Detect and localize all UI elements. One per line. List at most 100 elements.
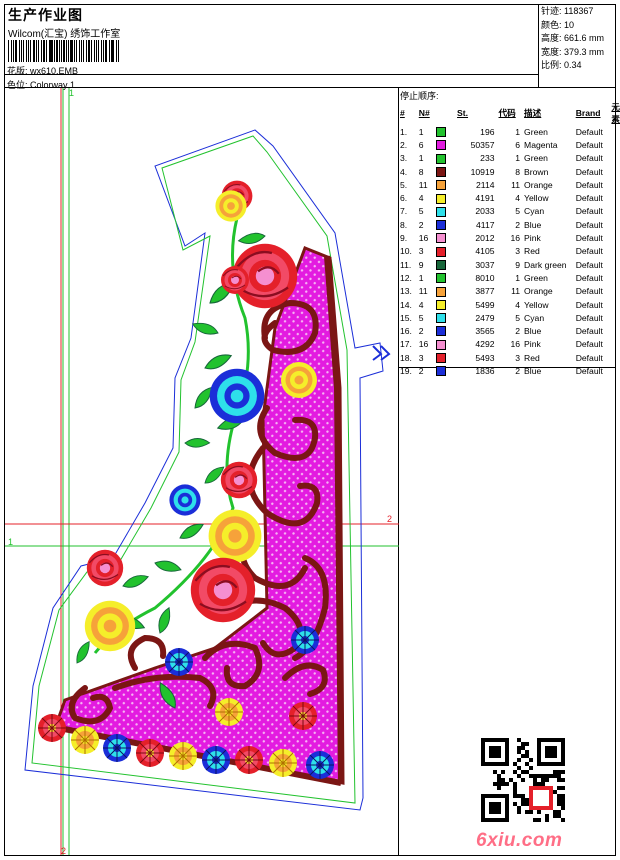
row-needle: 11	[418, 286, 428, 297]
stats-panel: 针迹: 118367 颜色: 10 高度: 661.6 mm 宽度: 379.3…	[541, 5, 604, 73]
row-swatch	[435, 351, 458, 364]
barcode-bar	[11, 40, 13, 62]
row-brand: Default	[575, 259, 603, 270]
qr-module	[517, 794, 521, 798]
color-swatch	[435, 246, 446, 257]
table-row: 1. 1 196 1 Green Default	[400, 125, 620, 138]
row-index: 8.	[400, 219, 408, 230]
row-description: Brown	[524, 166, 549, 177]
row-code: 11	[511, 286, 521, 297]
qr-module	[513, 794, 517, 798]
barcode-bar	[33, 40, 36, 62]
barcode-bar	[13, 40, 14, 62]
row-needle: 3	[418, 352, 424, 363]
row-stitches: 2114	[476, 179, 495, 190]
row-description: Cyan	[524, 312, 545, 323]
row-stitches: 2012	[475, 233, 495, 244]
qr-module	[557, 802, 561, 806]
barcode-bar	[63, 40, 65, 62]
barcode-bar	[97, 40, 100, 62]
row-brand: Default	[575, 233, 603, 244]
table-row: 12. 1 8010 1 Green Default	[400, 271, 620, 284]
table-header-row: # N# St. 代码 描述 Brand 元素	[400, 101, 620, 125]
row-needle: 3	[418, 246, 424, 257]
qr-module	[521, 778, 525, 782]
row-stitches: 196	[480, 126, 495, 137]
row-needle: 4	[418, 193, 424, 204]
barcode-bar	[50, 40, 53, 62]
qr-module	[521, 754, 525, 758]
row-brand: Default	[575, 193, 603, 204]
table-row: 18. 3 5493 3 Red Default	[400, 351, 620, 364]
color-swatch	[435, 299, 446, 310]
qr-module	[529, 810, 533, 814]
qr-module	[553, 774, 557, 778]
qr-module	[525, 750, 529, 754]
qr-module	[557, 798, 561, 802]
qr-module	[545, 746, 557, 758]
barcode-bar	[23, 40, 25, 62]
embroidery-drawing: 1 1 2 2	[5, 88, 399, 856]
qr-module	[521, 798, 525, 802]
row-description: Blue	[524, 326, 542, 337]
qr-module	[517, 806, 521, 810]
qr-module	[489, 746, 501, 758]
table-row: 6. 4 4191 4 Yellow Default	[400, 191, 620, 204]
row-description: Pink	[524, 233, 541, 244]
qr-module	[557, 778, 561, 782]
barcode-bar	[104, 40, 107, 62]
qr-module	[541, 774, 545, 778]
color-swatch	[435, 259, 446, 270]
barcode-bar	[19, 40, 20, 62]
barcode-bar	[67, 40, 69, 62]
table-row: 2. 6 50357 6 Magenta Default	[400, 138, 620, 151]
row-index: 7.	[400, 206, 408, 217]
qr-module	[525, 798, 529, 802]
row-needle: 9	[418, 259, 424, 270]
barcode-bar	[14, 40, 18, 62]
row-swatch	[435, 191, 458, 204]
row-stitches: 3565	[475, 326, 495, 337]
table-row: 16. 2 3565 2 Blue Default	[400, 324, 620, 337]
row-description: Blue	[524, 365, 542, 376]
row-description: Yellow	[524, 193, 549, 204]
embroidery-canvas	[5, 88, 399, 855]
row-stitches: 5499	[475, 299, 495, 310]
qr-module	[517, 774, 521, 778]
color-swatch	[435, 193, 446, 204]
row-brand: Default	[575, 312, 603, 323]
row-swatch	[435, 311, 458, 324]
table-row: 7. 5 2033 5 Cyan Default	[400, 205, 620, 218]
table-row: 10. 3 4105 3 Red Default	[400, 245, 620, 258]
row-needle: 1	[418, 153, 424, 164]
row-code: 11	[511, 179, 521, 190]
row-swatch	[435, 245, 458, 258]
row-description: Red	[524, 352, 540, 363]
stat-stitches: 针迹: 118367	[541, 6, 594, 16]
row-description: Cyan	[524, 206, 545, 217]
barcode-bar	[87, 40, 90, 62]
stat-width: 宽度: 379.3 mm	[541, 46, 605, 57]
row-swatch	[435, 364, 458, 377]
color-swatch	[435, 127, 446, 138]
qr-module	[521, 794, 525, 798]
row-stitches: 3037	[475, 259, 495, 270]
qr-module	[521, 770, 525, 774]
qr-module	[529, 758, 533, 762]
row-stitches: 50357	[470, 139, 495, 150]
row-index: 9.	[400, 233, 408, 244]
row-needle: 5	[418, 312, 424, 323]
guide-marker-bottom: 2	[61, 846, 67, 856]
row-code: 16	[510, 233, 521, 244]
row-swatch	[435, 165, 458, 178]
qr-module	[545, 814, 549, 818]
qr-module	[513, 790, 517, 794]
company-name: Wilcom(汇宝) 绣饰工作室	[8, 29, 121, 40]
row-stitches: 4292	[475, 339, 495, 350]
row-description: Yellow	[524, 299, 549, 310]
barcode-bar	[40, 40, 43, 62]
row-brand: Default	[575, 153, 603, 164]
row-swatch	[435, 205, 458, 218]
qr-module	[561, 802, 565, 806]
row-index: 16.	[400, 326, 412, 337]
